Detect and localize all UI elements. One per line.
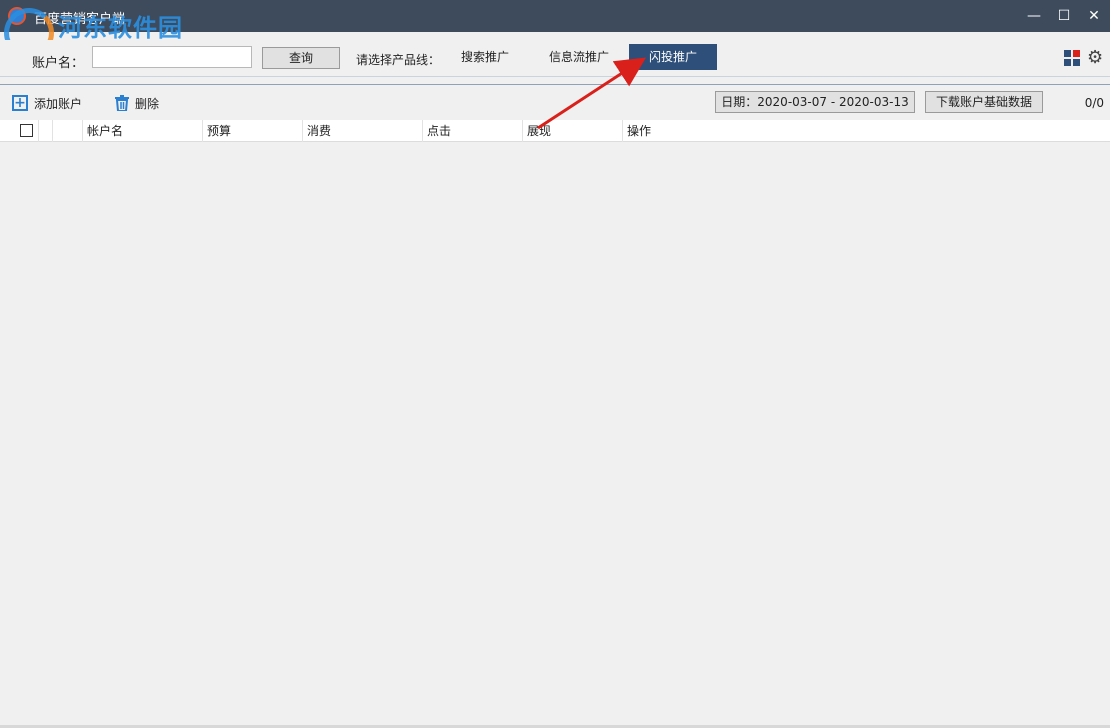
column-header-spend[interactable]: 消费 <box>302 120 422 142</box>
gear-icon[interactable]: ⚙ <box>1087 48 1103 68</box>
query-button[interactable]: 查询 <box>262 47 340 69</box>
window-title: 百度营销客户端 <box>34 12 126 27</box>
column-header-actions[interactable]: 操作 <box>622 120 1110 142</box>
delete-label: 删除 <box>135 96 160 111</box>
plus-icon: + <box>12 95 28 111</box>
column-header-budget[interactable]: 预算 <box>202 120 302 142</box>
app-logo-icon <box>8 7 26 25</box>
column-header-clicks[interactable]: 点击 <box>422 120 522 142</box>
minimize-button[interactable]: — <box>1022 4 1046 28</box>
grid-apps-icon[interactable] <box>1064 50 1080 66</box>
account-name-label: 账户名： <box>32 56 85 71</box>
table-header: 帐户名 预算 消费 点击 展现 操作 <box>0 120 1110 142</box>
column-header-impressions[interactable]: 展现 <box>522 120 622 142</box>
trash-icon <box>115 95 129 111</box>
table-header-spacer <box>38 120 52 142</box>
account-name-input[interactable] <box>92 46 252 68</box>
download-account-data-button[interactable]: 下载账户基础数据 <box>925 91 1043 113</box>
tab-search-promotion[interactable]: 搜索推广 <box>448 44 522 70</box>
add-account-label: 添加账户 <box>34 96 83 111</box>
tab-flash-promotion[interactable]: 闪投推广 <box>629 44 717 70</box>
product-line-label: 请选择产品线： <box>356 53 441 67</box>
select-all-checkbox[interactable] <box>20 124 33 137</box>
tab-feed-promotion[interactable]: 信息流推广 <box>538 44 620 70</box>
delete-button[interactable]: 删除 <box>114 94 159 112</box>
divider <box>0 76 1110 77</box>
divider <box>0 84 1110 85</box>
table-header-spacer <box>52 120 82 142</box>
maximize-button[interactable]: ☐ <box>1052 4 1076 28</box>
column-header-account[interactable]: 帐户名 <box>82 120 202 142</box>
date-range-button[interactable]: 日期：2020-03-07 - 2020-03-13 <box>715 91 915 113</box>
selection-count: 0/0 <box>1084 96 1104 110</box>
add-account-button[interactable]: + 添加账户 <box>12 94 82 112</box>
title-bar: 百度营销客户端 — ☐ ✕ <box>0 0 1110 32</box>
table-body <box>0 143 1110 725</box>
close-button[interactable]: ✕ <box>1082 4 1106 28</box>
